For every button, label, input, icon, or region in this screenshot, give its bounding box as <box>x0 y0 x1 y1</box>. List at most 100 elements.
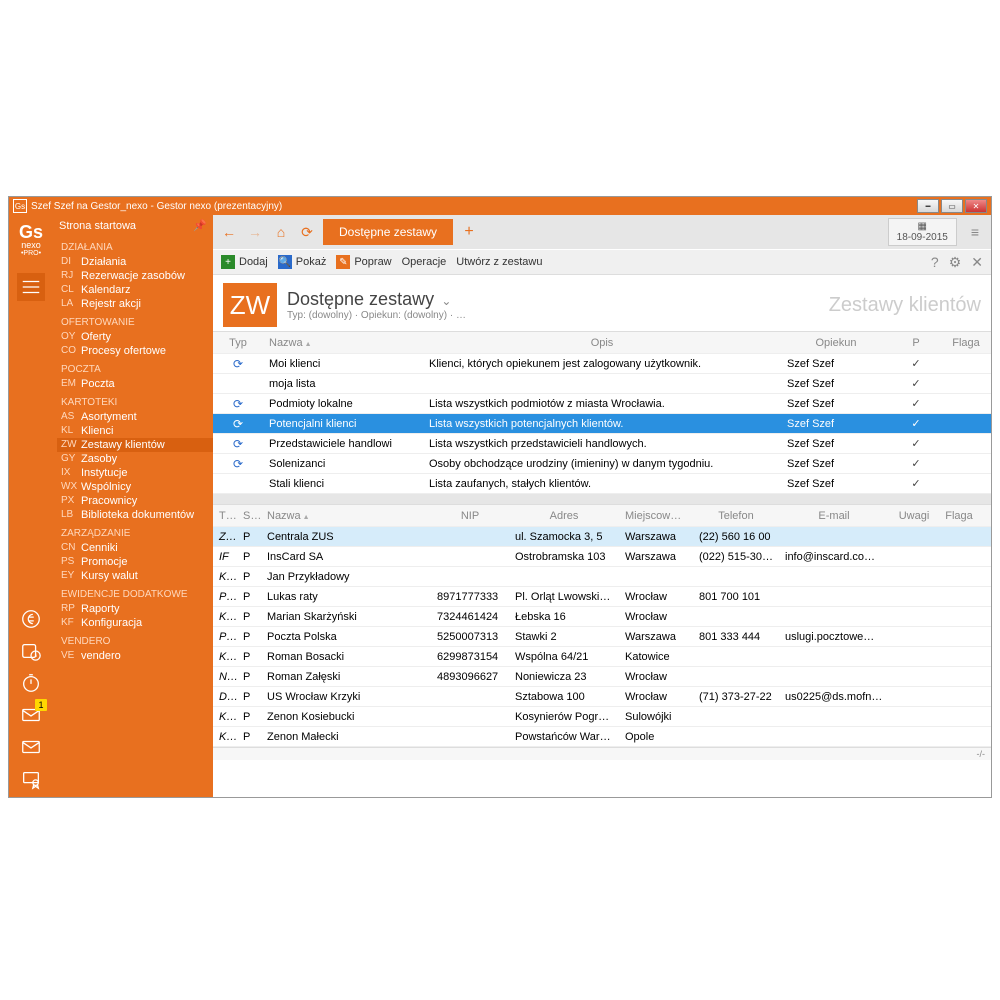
page-title[interactable]: Dostępne zestawy ⌄ <box>287 289 466 310</box>
table-row[interactable]: K…PZenon MałeckiPowstańców Warsz…Opole <box>213 727 991 747</box>
date-picker[interactable]: ▦ 18-09-2015 <box>888 218 957 246</box>
watermark: Zestawy klientów <box>829 294 981 317</box>
col2-email[interactable]: E-mail <box>779 510 889 522</box>
sidebar-group-head: DZIAŁANIA <box>57 240 213 255</box>
col-opiekun[interactable]: Opiekun <box>781 337 891 349</box>
sidebar-item[interactable]: GYZasoby <box>57 452 213 466</box>
splitter[interactable] <box>213 494 991 504</box>
table-row[interactable]: Z…PCentrala ZUSul. Szamocka 3, 5Warszawa… <box>213 527 991 547</box>
col2-uwagi[interactable]: Uwagi <box>889 510 939 522</box>
add-button[interactable]: +Dodaj <box>221 255 268 269</box>
col-p[interactable]: P <box>891 337 941 349</box>
sidebar-item-label: Rezerwacje zasobów <box>81 270 185 282</box>
table-row[interactable]: K…PZenon KosiebuckiKosynierów Pogran…Sul… <box>213 707 991 727</box>
minimize-button[interactable]: ━ <box>917 199 939 213</box>
sidebar-item[interactable]: ASAsortyment <box>57 410 213 424</box>
col-opis[interactable]: Opis <box>423 337 781 349</box>
table-row[interactable]: D…PUS Wrocław KrzykiSztabowa 100Wrocław(… <box>213 687 991 707</box>
sets-grid[interactable]: Typ Nazwa▲ Opis Opiekun P Flaga ⟳Moi kli… <box>213 331 991 494</box>
sidebar-item[interactable]: COProcesy ofertowe <box>57 344 213 358</box>
mail-icon[interactable] <box>17 733 45 761</box>
tab-active[interactable]: Dostępne zestawy <box>323 219 453 245</box>
filter-summary[interactable]: Typ: (dowolny) · Opiekun: (dowolny) · … <box>287 310 466 321</box>
mail-badge-icon[interactable]: 1 <box>17 701 45 729</box>
col2-st[interactable]: St… <box>237 510 261 522</box>
sidebar-item[interactable]: PXPracownicy <box>57 494 213 508</box>
table-row[interactable]: IFPInsCard SAOstrobramska 103Warszawa(02… <box>213 547 991 567</box>
refresh-nav-icon[interactable]: ⟳ <box>297 222 317 242</box>
home-icon[interactable]: ⌂ <box>271 222 291 242</box>
table-row[interactable]: N…PRoman Załęski4893096627Noniewicza 23W… <box>213 667 991 687</box>
sidebar-item[interactable]: LARejestr akcji <box>57 297 213 311</box>
sidebar-start[interactable]: Strona startowa <box>59 220 136 232</box>
sidebar-group-head: OFERTOWANIE <box>57 315 213 330</box>
fix-button[interactable]: ✎Popraw <box>336 255 391 269</box>
sidebar-item[interactable]: ZWZestawy klientów <box>57 438 213 452</box>
sidebar-item[interactable]: KLKlienci <box>57 424 213 438</box>
sidebar-item[interactable]: CLKalendarz <box>57 283 213 297</box>
table-row[interactable]: moja listaSzef Szef✓ <box>213 374 991 394</box>
menu-icon[interactable] <box>17 273 45 301</box>
app-window: Gs Szef Szef na Gestor_nexo - Gestor nex… <box>8 196 992 798</box>
col2-t[interactable]: T… <box>213 510 237 522</box>
sidebar-item[interactable]: VEvendero <box>57 649 213 663</box>
forward-icon[interactable]: → <box>245 222 265 242</box>
calendar-icon: ▦ <box>897 221 948 232</box>
settings-icon[interactable]: ⚙ <box>949 254 962 271</box>
sidebar-item[interactable]: RPRaporty <box>57 602 213 616</box>
help-icon[interactable]: ? <box>931 254 939 271</box>
close-button[interactable]: ✕ <box>965 199 987 213</box>
sidebar-item-label: vendero <box>81 650 121 662</box>
cert-icon[interactable] <box>17 765 45 793</box>
sidebar-item[interactable]: DIDziałania <box>57 255 213 269</box>
close-panel-icon[interactable]: ✕ <box>971 254 983 271</box>
sidebar-item[interactable]: LBBiblioteka dokumentów <box>57 508 213 522</box>
clock-calendar-icon[interactable] <box>17 637 45 665</box>
col2-adres[interactable]: Adres <box>509 510 619 522</box>
add-tab-icon[interactable]: + <box>459 222 479 242</box>
table-row[interactable]: ⟳Podmioty lokalneLista wszystkich podmio… <box>213 394 991 414</box>
col-flaga[interactable]: Flaga <box>941 337 991 349</box>
chevron-down-icon: ⌄ <box>438 294 451 308</box>
clients-grid[interactable]: T… St… Nazwa▲ NIP Adres Miejscowość Tele… <box>213 504 991 747</box>
col2-tel[interactable]: Telefon <box>693 510 779 522</box>
table-row[interactable]: ⟳Potencjalni klienciLista wszystkich pot… <box>213 414 991 434</box>
col2-flaga[interactable]: Flaga <box>939 510 979 522</box>
sidebar-item[interactable]: CNCenniki <box>57 541 213 555</box>
col2-nazwa[interactable]: Nazwa▲ <box>261 510 431 522</box>
toolbar: +Dodaj 🔍Pokaż ✎Popraw Operacje Utwórz z … <box>213 249 991 275</box>
sidebar-item[interactable]: IXInstytucje <box>57 466 213 480</box>
table-row[interactable]: K…PRoman Bosacki6299873154Wspólna 64/21K… <box>213 647 991 667</box>
stopwatch-icon[interactable] <box>17 669 45 697</box>
operations-menu[interactable]: Operacje <box>402 256 447 268</box>
col2-miejsc[interactable]: Miejscowość <box>619 510 693 522</box>
back-icon[interactable]: ← <box>219 222 239 242</box>
table-row[interactable]: P…PLukas raty8971777333Pl. Orląt Lwowski… <box>213 587 991 607</box>
show-button[interactable]: 🔍Pokaż <box>278 255 327 269</box>
create-from-set-button[interactable]: Utwórz z zestawu <box>456 256 542 268</box>
sidebar-group-head: ZARZĄDZANIE <box>57 526 213 541</box>
table-row[interactable]: ⟳Przedstawiciele handlowiLista wszystkic… <box>213 434 991 454</box>
table-row[interactable]: Stali klienciLista zaufanych, stałych kl… <box>213 474 991 494</box>
maximize-button[interactable]: ▭ <box>941 199 963 213</box>
col-nazwa[interactable]: Nazwa▲ <box>263 337 423 349</box>
sidebar-item[interactable]: OYOferty <box>57 330 213 344</box>
col2-nip[interactable]: NIP <box>431 510 509 522</box>
col-typ[interactable]: Typ <box>213 337 263 349</box>
overflow-menu-icon[interactable]: ≡ <box>965 224 985 240</box>
table-row[interactable]: K…PMarian Skarżyński7324461424Łebska 16W… <box>213 607 991 627</box>
table-row[interactable]: ⟳SolenizanciOsoby obchodzące urodziny (i… <box>213 454 991 474</box>
page-heading: ZW Dostępne zestawy ⌄ Typ: (dowolny) · O… <box>213 275 991 331</box>
sidebar-item[interactable]: RJRezerwacje zasobów <box>57 269 213 283</box>
sidebar-item[interactable]: WXWspólnicy <box>57 480 213 494</box>
table-row[interactable]: P…PPoczta Polska5250007313Stawki 2Warsza… <box>213 627 991 647</box>
euro-icon[interactable] <box>17 605 45 633</box>
table-row[interactable]: ⟳Moi klienciKlienci, których opiekunem j… <box>213 354 991 374</box>
sidebar-item[interactable]: EYKursy walut <box>57 569 213 583</box>
sidebar-item[interactable]: EMPoczta <box>57 377 213 391</box>
pin-icon[interactable]: 📌 <box>193 219 207 232</box>
titlebar[interactable]: Gs Szef Szef na Gestor_nexo - Gestor nex… <box>9 197 991 215</box>
sidebar-item[interactable]: KFKonfiguracja <box>57 616 213 630</box>
sidebar-item[interactable]: PSPromocje <box>57 555 213 569</box>
table-row[interactable]: K…PJan Przykładowy <box>213 567 991 587</box>
